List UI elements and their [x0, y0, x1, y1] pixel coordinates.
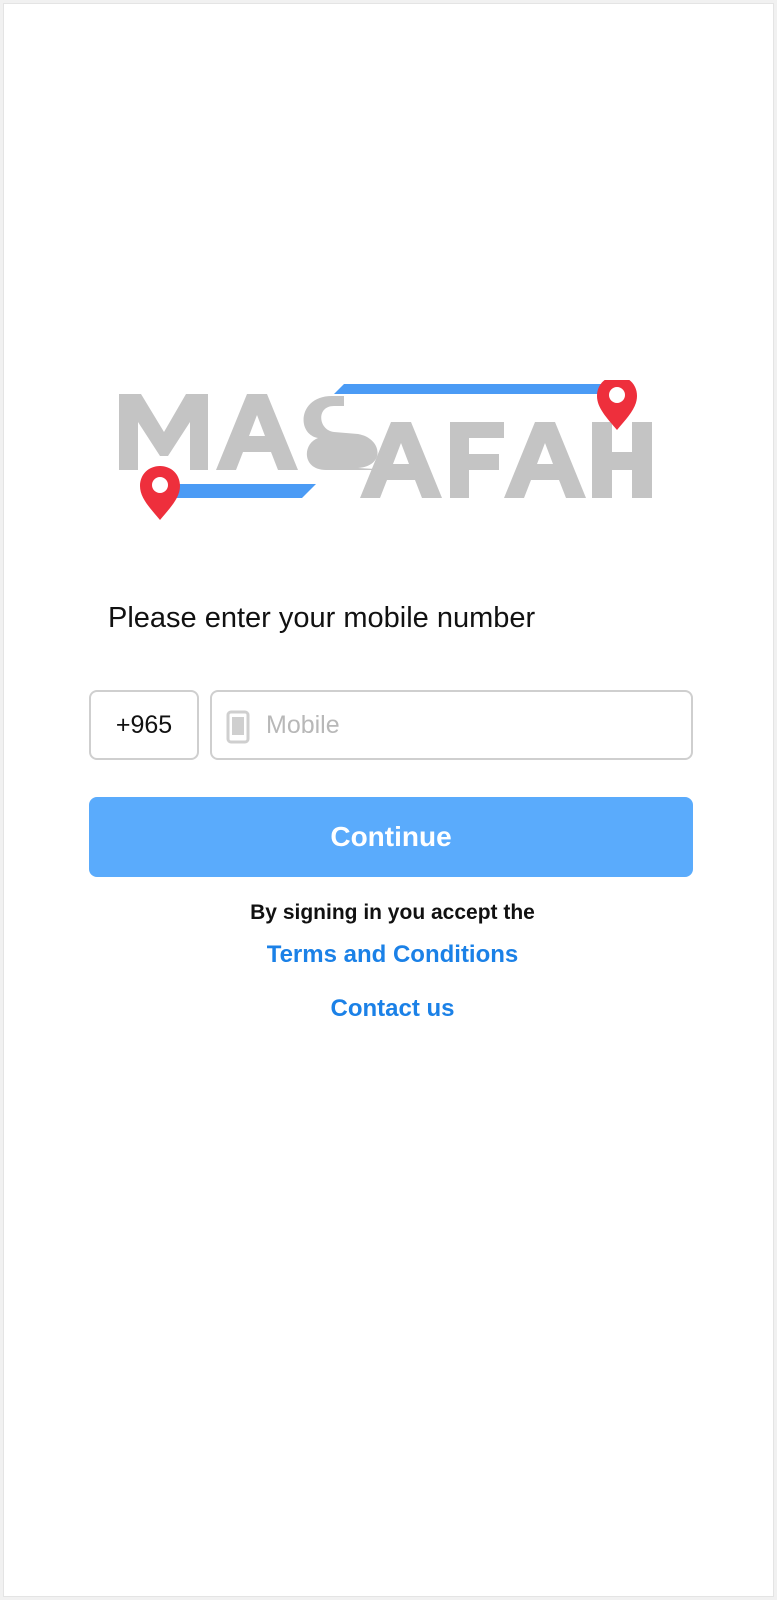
mobile-field[interactable]	[210, 690, 693, 760]
terms-acceptance-text: By signing in you accept the	[250, 901, 535, 924]
masafah-logo	[112, 380, 672, 540]
contact-us-link[interactable]: Contact us	[4, 995, 773, 1023]
terms-and-conditions-link[interactable]: Terms and Conditions	[4, 941, 773, 969]
smartphone-icon	[226, 710, 250, 744]
country-code-selector[interactable]: +965	[89, 690, 199, 760]
mobile-input[interactable]	[266, 692, 676, 758]
continue-button[interactable]: Continue	[89, 797, 693, 877]
mobile-number-prompt: Please enter your mobile number	[108, 602, 536, 634]
app-screen: Please enter your mobile number +965 Con…	[3, 3, 774, 1597]
